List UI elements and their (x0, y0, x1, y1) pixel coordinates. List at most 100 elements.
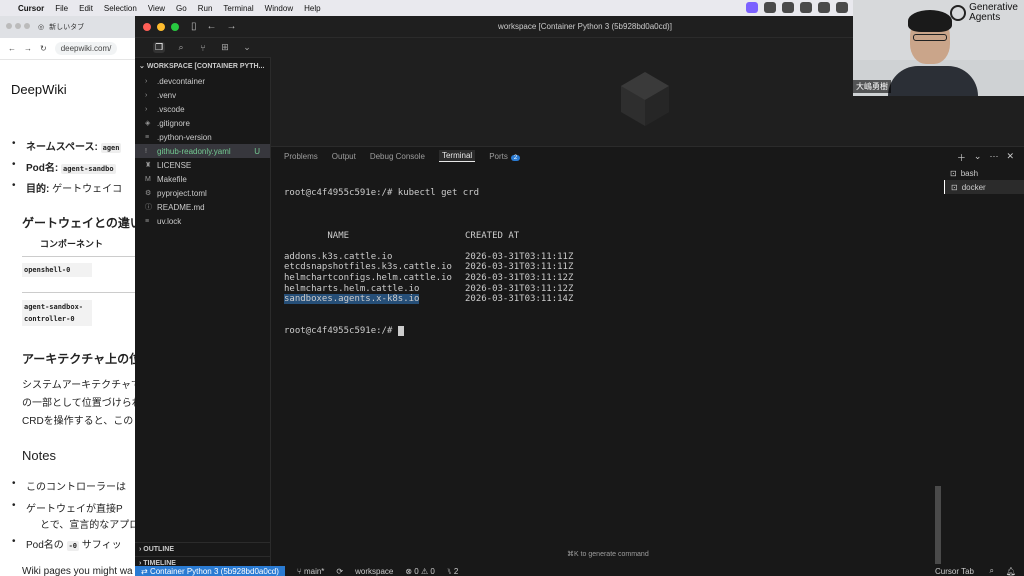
source-control-icon[interactable]: ⑂ (197, 43, 209, 53)
presenter-name: 大嶋勇樹 (853, 80, 891, 93)
search-icon[interactable]: ⌕ (175, 42, 187, 53)
crd-created-at: 2026-03-31T03:11:11Z (465, 251, 574, 262)
explorer-icon[interactable]: ❐ (153, 42, 165, 53)
browser-window: ◎ 新しいタブ ← → ↻ deepwiki.com/ DeepWiki ネーム… (0, 16, 136, 576)
menu-help[interactable]: Help (304, 4, 320, 13)
chevron-down-icon[interactable]: ⌄ (241, 42, 253, 53)
file-tree-label: uv.lock (157, 216, 182, 226)
notifications-icon[interactable]: 🔔︎ (1006, 567, 1016, 576)
file-tree-item[interactable]: › .devcontainer (135, 74, 270, 88)
ports-indicator[interactable]: ⑊ 2 (447, 567, 458, 576)
tab-output[interactable]: Output (332, 152, 356, 161)
reload-icon[interactable]: ↻ (40, 44, 47, 53)
branch-indicator[interactable]: ⑂ main* (297, 567, 324, 576)
new-terminal-icon[interactable]: ＋ (957, 151, 966, 164)
menu-app[interactable]: Cursor (18, 4, 44, 13)
forward-icon[interactable]: → (227, 21, 237, 32)
traffic-lights (143, 22, 179, 31)
terminal-scrollbar[interactable] (935, 486, 941, 564)
tab-problems[interactable]: Problems (284, 152, 318, 161)
terminal-icon: ⊡ (951, 182, 958, 192)
more-icon[interactable]: ⋯ (989, 151, 998, 164)
editor-window: ▯ ← → workspace [Container Python 3 (5b9… (135, 16, 1024, 576)
toggle-sidebar-icon[interactable]: ▯ (191, 21, 197, 32)
tab-debug-console[interactable]: Debug Console (370, 152, 425, 161)
terminal-row: sandboxes.agents.x-k8s.io 2026-03-31T03:1… (284, 294, 934, 305)
divider (22, 292, 135, 293)
record-icon[interactable] (764, 2, 776, 13)
extensions-icon[interactable]: ⊞ (219, 42, 231, 53)
section-heading: ゲートウェイとの違い (22, 216, 136, 230)
gear-icon: ⚙ (145, 190, 152, 197)
menu-terminal[interactable]: Terminal (223, 4, 253, 13)
file-tree-item[interactable]: ≡ uv.lock (135, 214, 270, 228)
list-item: 目的: ゲートウェイコ (12, 180, 122, 195)
problems-indicator[interactable]: ⊗ 0 ⚠ 0 (405, 567, 434, 576)
terminal-instance-docker[interactable]: ⊡ docker (944, 180, 1024, 194)
zoom-icon[interactable]: ⌕ (990, 566, 994, 576)
workspace-header[interactable]: ⌄ WORKSPACE [CONTAINER PYTH... (135, 58, 270, 74)
file-tree-item[interactable]: › .vscode (135, 102, 270, 116)
back-icon[interactable]: ← (8, 44, 16, 53)
timer-icon[interactable] (782, 2, 794, 13)
file-tree-item[interactable]: M Makefile (135, 172, 270, 186)
crd-created-at: 2026-03-31T03:11:12Z (465, 272, 574, 283)
bottom-panel: Problems Output Debug Console Terminal P… (271, 146, 1024, 566)
forward-icon[interactable]: → (24, 44, 32, 53)
paragraph-line: CRDを操作すると、この (22, 416, 134, 427)
menu-run[interactable]: Run (198, 4, 213, 13)
file-tree-item[interactable]: ⓘ README.md (135, 200, 270, 214)
terminal-rows: addons.k3s.cattle.io 2026-03-31T03:11:11Z… (284, 252, 934, 305)
terminal-row: etcdsnapshotfiles.k3s.cattle.io 2026-03-3… (284, 262, 934, 273)
crd-name: helmchartconfigs.helm.cattle.io (284, 272, 452, 283)
close-icon[interactable]: ✕ (1006, 151, 1014, 164)
menu-view[interactable]: View (148, 4, 165, 13)
ports-count-badge: 2 (510, 154, 521, 161)
zoom-window-button[interactable] (171, 22, 179, 31)
cursor-tab-indicator[interactable]: Cursor Tab (935, 567, 974, 576)
file-tree-item[interactable]: ⚙ pyproject.toml (135, 186, 270, 200)
file-tree-item[interactable]: ♜ LICENSE (135, 158, 270, 172)
file-tree-item[interactable]: ! github-readonly.yaml U (135, 144, 270, 158)
screen-share-icon[interactable] (746, 2, 758, 13)
list-item: このコントローラーは (12, 478, 126, 493)
file-tree-item[interactable]: › .venv (135, 88, 270, 102)
audio-icon[interactable] (836, 2, 848, 13)
terminal-output[interactable]: root@c4f4955c591e:/# kubectl get crd NAM… (284, 167, 934, 557)
site-title[interactable]: DeepWiki (11, 82, 67, 97)
minimize-window-button[interactable] (157, 22, 165, 31)
file-tree-label: github-readonly.yaml (157, 146, 231, 156)
info-icon: ⓘ (145, 204, 152, 211)
terminal-instance-bash[interactable]: ⊡ bash (944, 166, 1024, 180)
address-bar[interactable]: deepwiki.com/ (54, 42, 118, 55)
paragraph-line: の一部として位置づけられ (22, 398, 136, 409)
workspace-indicator[interactable]: workspace (355, 567, 393, 576)
menu-go[interactable]: Go (176, 4, 187, 13)
tab-ports[interactable]: Ports 2 (489, 152, 521, 161)
window-title: workspace [Container Python 3 (5b928bd0a… (498, 22, 672, 31)
wifi-icon[interactable] (818, 2, 830, 13)
crd-name: etcdsnapshotfiles.k3s.cattle.io (284, 262, 452, 273)
file-tree-item[interactable]: ≡ .python-version (135, 130, 270, 144)
menu-selection[interactable]: Selection (104, 4, 137, 13)
app-status-icon[interactable] (800, 2, 812, 13)
file-tree: › .devcontainer › .venv › .vscode ◈ .gitignore ≡… (135, 74, 270, 228)
file-tree-item[interactable]: ◈ .gitignore (135, 116, 270, 130)
footer-text: Wiki pages you might wa (22, 566, 133, 576)
menu-window[interactable]: Window (265, 4, 293, 13)
back-icon[interactable]: ← (207, 21, 217, 32)
file-tree-label: .venv (157, 90, 177, 100)
activity-bar: ❐ ⌕ ⑂ ⊞ ⌄ (135, 38, 271, 58)
outline-section[interactable]: › OUTLINE (135, 542, 271, 556)
chevron-down-icon[interactable]: ⌄ (974, 151, 982, 164)
chevron-right-icon: › (145, 105, 148, 113)
git-icon: ◈ (145, 120, 151, 127)
status-tray (746, 2, 848, 13)
tab-terminal[interactable]: Terminal (438, 150, 476, 162)
remote-indicator[interactable]: ⇄ Container Python 3 (5b928bd0a0cd) (135, 566, 285, 576)
browser-tab[interactable]: 新しいタブ (49, 22, 84, 32)
menu-file[interactable]: File (55, 4, 68, 13)
menu-edit[interactable]: Edit (79, 4, 93, 13)
close-window-button[interactable] (143, 22, 151, 31)
sync-icon[interactable]: ⟳ (336, 567, 343, 576)
